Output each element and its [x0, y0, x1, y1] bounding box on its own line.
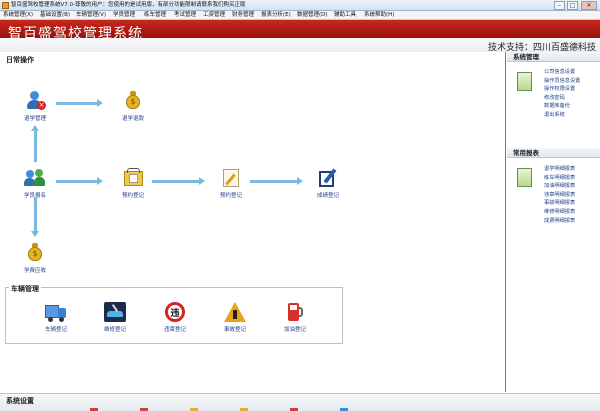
menu-practice[interactable]: 练车管理 — [144, 11, 166, 20]
maximize-button[interactable]: □ — [567, 1, 578, 10]
menu-finance[interactable]: 财务管理 — [232, 11, 254, 20]
warning-sign-icon — [224, 302, 246, 322]
fuel-register-label: 加油登记 — [283, 327, 306, 333]
money-bag-icon: $ — [122, 90, 144, 112]
car-repair-icon — [104, 302, 126, 322]
note-icon — [220, 167, 242, 189]
vehicle-register[interactable]: 车辆登记 — [38, 302, 74, 333]
repair-register-label: 维修登记 — [103, 327, 126, 333]
vehicle-register-label: 车辆登记 — [44, 327, 67, 333]
accident-register[interactable]: 事故登记 — [217, 302, 253, 333]
permission-settings-link[interactable]: 操作权限设置 — [544, 85, 580, 94]
menu-salary[interactable]: 工资管理 — [203, 11, 225, 20]
settings-document-icon — [517, 72, 532, 91]
report-link[interactable]: 事故明细报表 — [544, 199, 575, 208]
system-settings-heading: 系统设置 — [6, 397, 34, 405]
right-sidebar: 系统管理 公司信息设置 操作员信息设置 操作权限设置 修改密码 数据库备份 退出… — [507, 52, 600, 392]
tuition-receivable[interactable]: $ 学费应收 — [15, 242, 55, 274]
report-link[interactable]: 退学明细报表 — [544, 165, 575, 174]
students-icon — [24, 167, 46, 189]
arrow-up-icon — [31, 125, 39, 162]
menu-vehicle[interactable]: 车辆管理(V) — [76, 11, 106, 20]
violation-sign-icon: 违 — [164, 302, 186, 322]
arrow-right-icon — [56, 177, 103, 185]
daily-operations-heading: 日常操作 — [6, 56, 34, 64]
practice-register[interactable]: 预约登记 — [211, 167, 251, 199]
report-link[interactable]: 成费明细报表 — [544, 217, 575, 226]
report-link[interactable]: 加油明细报表 — [544, 182, 575, 191]
tuition-receivable-label: 学费应收 — [23, 268, 46, 274]
system-management-heading: 系统管理 — [507, 52, 600, 62]
menu-students[interactable]: 学员管理 — [113, 11, 135, 20]
appointment-register-label: 预约登记 — [121, 193, 144, 199]
accident-register-label: 事故登记 — [223, 327, 246, 333]
app-icon — [2, 2, 9, 9]
arrow-right-icon — [250, 177, 303, 185]
withdraw-management[interactable]: × 退学管理 — [15, 90, 55, 122]
title-bar: 智百盛驾校管理系统V7.0-尊敬的用户：您使用的是试用版，有部分功能限制请联系我… — [0, 0, 600, 11]
money-bag-icon: $ — [24, 242, 46, 264]
score-register[interactable]: 成绩登记 — [308, 167, 348, 199]
fuel-register[interactable]: 加油登记 — [277, 302, 313, 333]
menu-bar: 系统管理(X) 基础设置(B) 车辆管理(V) 学员管理 练车管理 考试管理 工… — [0, 11, 600, 20]
vehicle-management-heading: 车辆管理 — [9, 284, 41, 294]
student-registration[interactable]: 学员报名 — [15, 167, 55, 199]
report-link[interactable]: 维修明细报表 — [544, 208, 575, 217]
appointment-register[interactable]: 预约登记 — [113, 167, 153, 199]
calendar-icon — [122, 167, 144, 189]
close-button[interactable]: ✕ — [581, 1, 597, 10]
minimize-button[interactable]: – — [554, 1, 565, 10]
change-password-link[interactable]: 修改密码 — [544, 94, 580, 103]
repair-register[interactable]: 维修登记 — [97, 302, 133, 333]
arrow-down-icon — [31, 197, 39, 237]
fuel-pump-icon — [284, 302, 306, 322]
database-backup-link[interactable]: 数据库备份 — [544, 102, 580, 111]
menu-basic-settings[interactable]: 基础设置(B) — [40, 11, 70, 20]
withdraw-refund-label: 退学退款 — [121, 116, 144, 122]
report-document-icon — [517, 168, 532, 187]
withdraw-refund[interactable]: $ 退学退款 — [113, 90, 153, 122]
menu-data[interactable]: 数据管理(D) — [297, 11, 328, 20]
menu-system[interactable]: 系统管理(X) — [3, 11, 33, 20]
practice-register-label: 预约登记 — [219, 193, 242, 199]
edit-icon — [317, 167, 339, 189]
arrow-right-icon — [56, 99, 103, 107]
report-link[interactable]: 练车明细报表 — [544, 174, 575, 183]
operator-info-settings-link[interactable]: 操作员信息设置 — [544, 77, 580, 86]
common-reports-heading: 常用报表 — [507, 148, 600, 158]
system-management-list: 公司信息设置 操作员信息设置 操作权限设置 修改密码 数据库备份 退出系统 — [544, 68, 580, 120]
common-reports-list: 退学明细报表 练车明细报表 加油明细报表 违章明细报表 事故明细报表 维修明细报… — [544, 165, 575, 225]
company-info-settings-link[interactable]: 公司信息设置 — [544, 68, 580, 77]
vehicle-management-box: 车辆管理 车辆登记 维修登记 违 违章登记 事故登记 加油登记 — [5, 284, 343, 344]
daily-operations-panel: 日常操作 × 退学管理 $ 退学退款 学员报名 预约登记 预约登记 成绩登记 $… — [0, 52, 506, 392]
system-settings-bar: 系统设置 — [0, 393, 600, 411]
truck-icon — [45, 302, 67, 322]
exit-system-link[interactable]: 退出系统 — [544, 111, 580, 120]
violation-register[interactable]: 违 违章登记 — [157, 302, 193, 333]
withdraw-management-label: 退学管理 — [23, 116, 46, 122]
menu-help[interactable]: 系统帮助(H) — [364, 11, 394, 20]
menu-tools[interactable]: 辅助工具 — [334, 11, 356, 20]
score-register-label: 成绩登记 — [316, 193, 339, 199]
arrow-right-icon — [152, 177, 205, 185]
menu-reports[interactable]: 报表分析(E) — [261, 11, 291, 20]
window-title: 智百盛驾校管理系统V7.0-尊敬的用户：您使用的是试用版，有部分功能限制请联系我… — [11, 2, 246, 8]
menu-exam[interactable]: 考试管理 — [174, 11, 196, 20]
user-remove-icon: × — [24, 90, 46, 112]
violation-register-label: 违章登记 — [163, 327, 186, 333]
report-link[interactable]: 违章明细报表 — [544, 191, 575, 200]
